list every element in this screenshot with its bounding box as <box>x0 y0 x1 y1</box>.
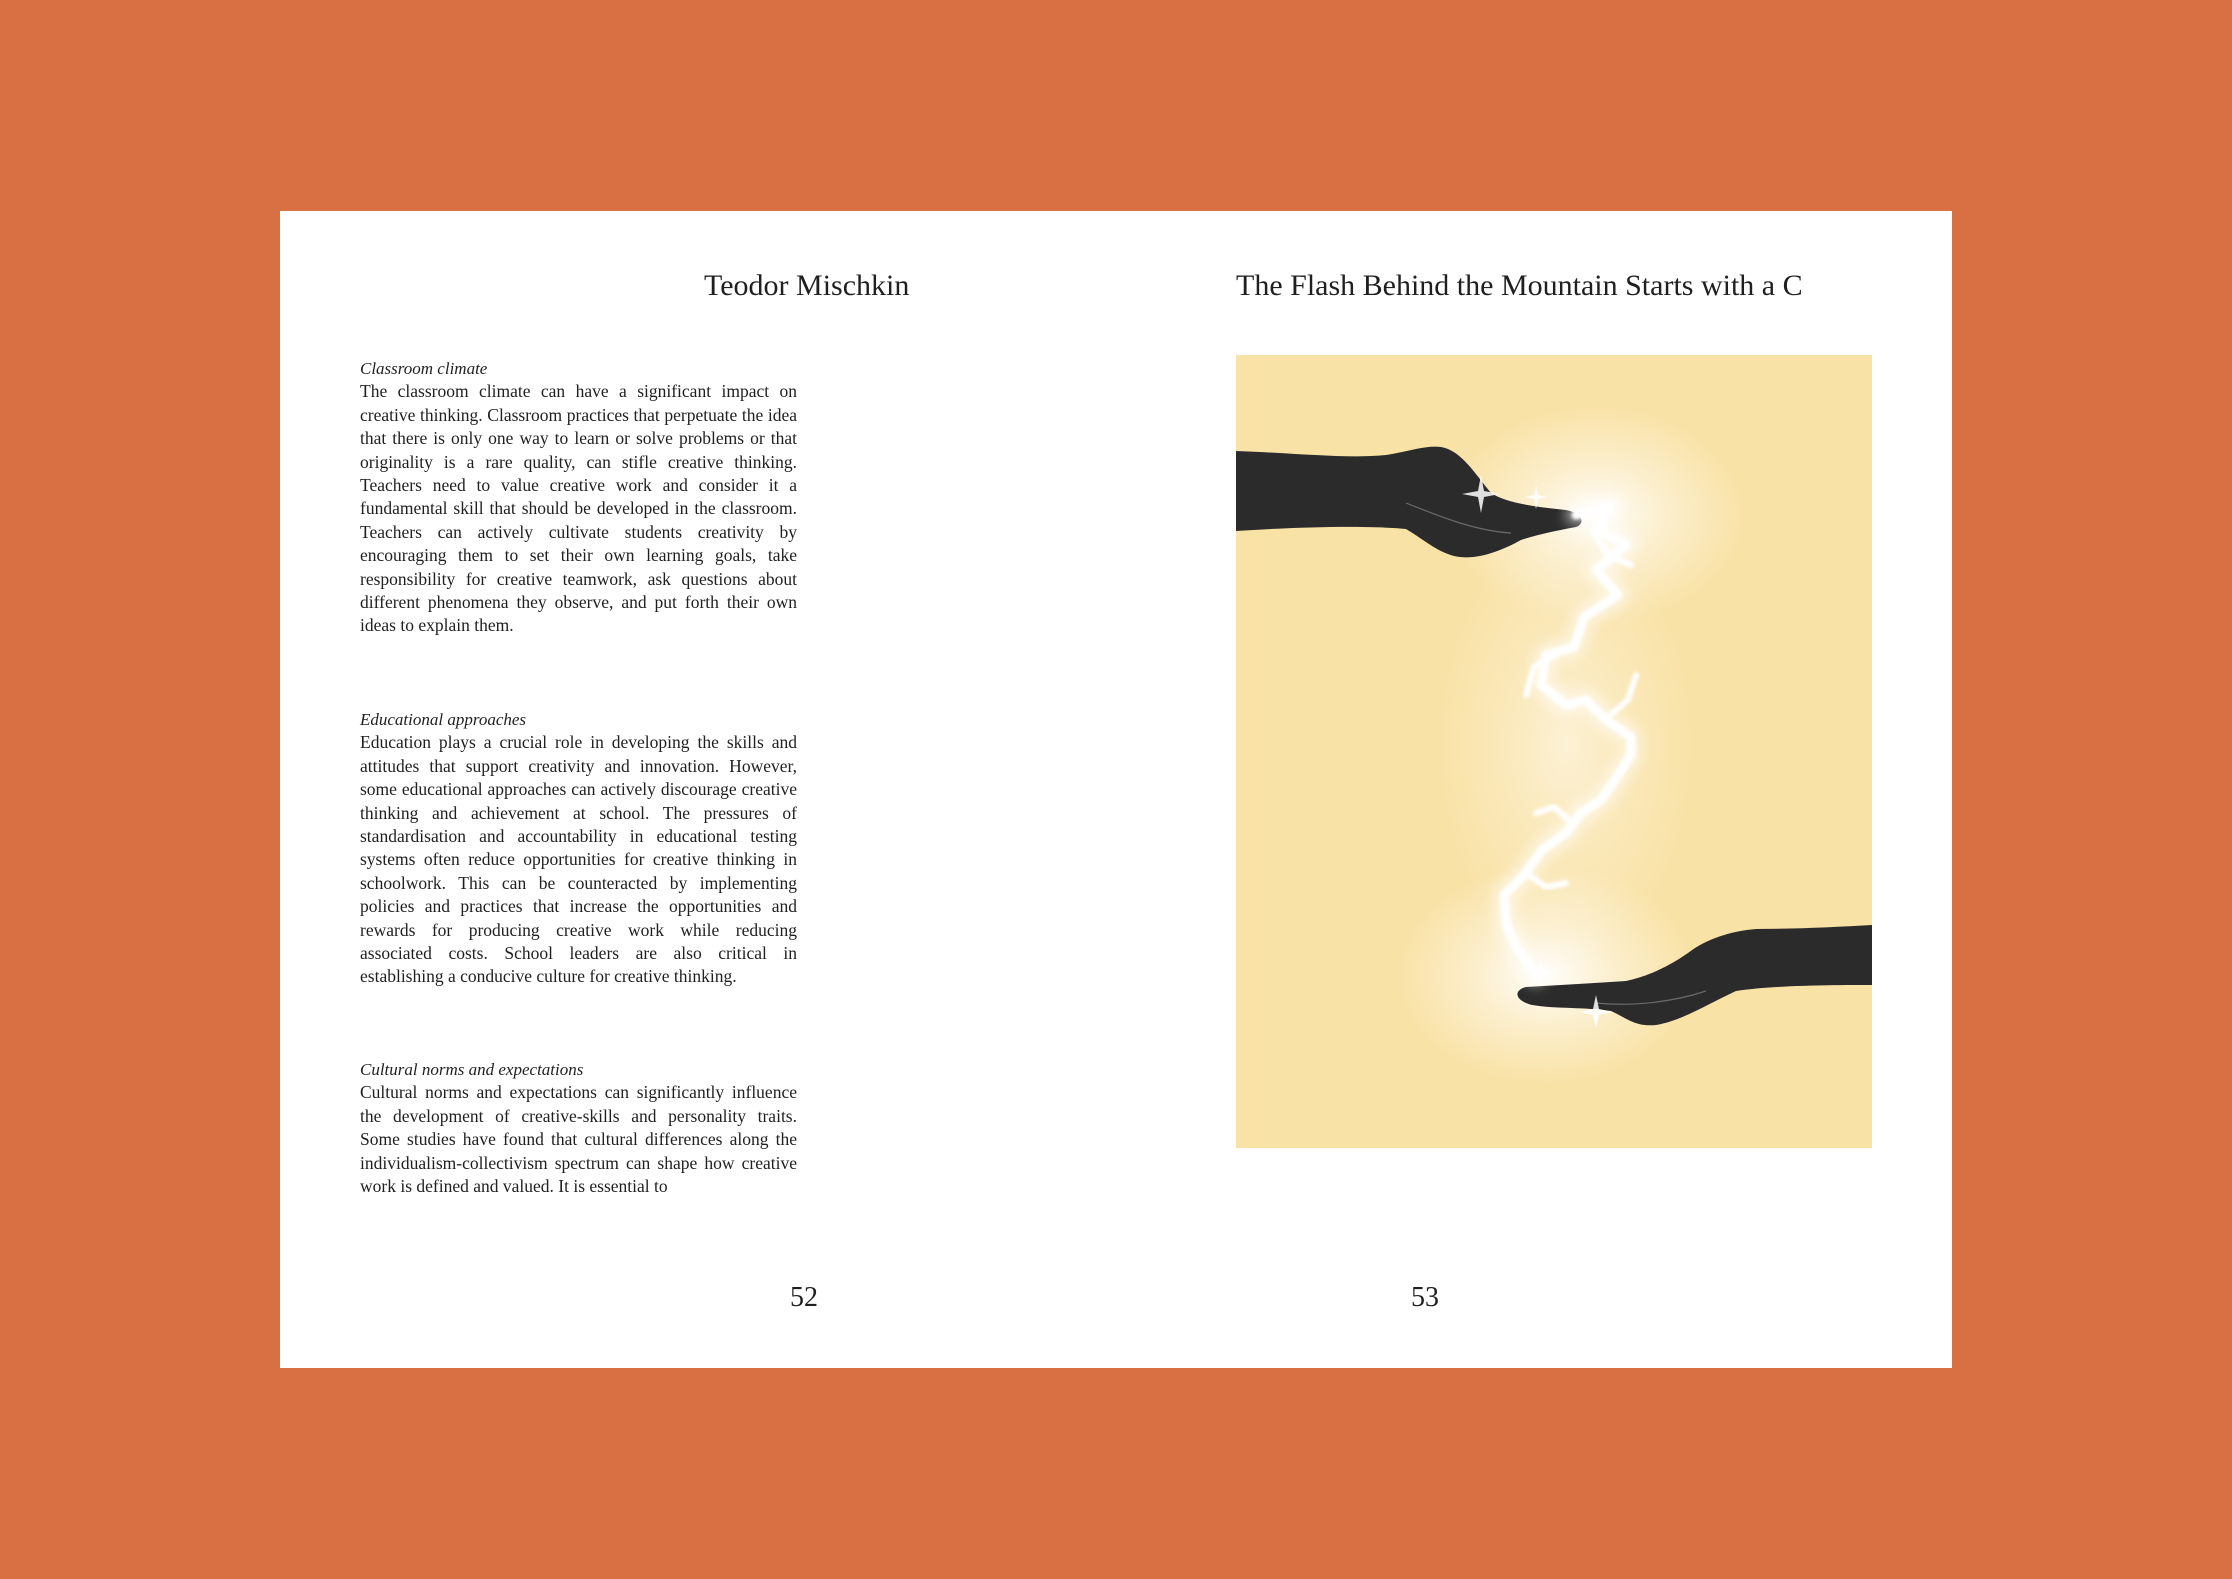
section-body: Cultural norms and expectations can sign… <box>360 1082 797 1197</box>
hands-lightning-illustration <box>1236 355 1872 1148</box>
section-title: Educational approaches <box>360 710 527 729</box>
right-page-number: 53 <box>1411 1282 1439 1313</box>
section-body: The classroom climate can have a signifi… <box>360 381 797 636</box>
right-page-header: The Flash Behind the Mountain Starts wit… <box>1236 269 1803 302</box>
section-educational-approaches: Educational approaches Education plays a… <box>360 708 797 989</box>
section-cultural-norms: Cultural norms and expectations Cultural… <box>360 1058 797 1198</box>
illustration-svg <box>1236 405 1872 1085</box>
section-body: Education plays a crucial role in develo… <box>360 732 797 987</box>
left-page-number: 52 <box>790 1282 818 1313</box>
section-classroom-climate: Classroom climate The classroom climate … <box>360 357 797 638</box>
book-spread: Teodor Mischkin The Flash Behind the Mou… <box>280 211 1952 1368</box>
section-title: Cultural norms and expectations <box>360 1060 584 1079</box>
left-page-header: Teodor Mischkin <box>704 269 910 302</box>
section-title: Classroom climate <box>360 359 488 378</box>
